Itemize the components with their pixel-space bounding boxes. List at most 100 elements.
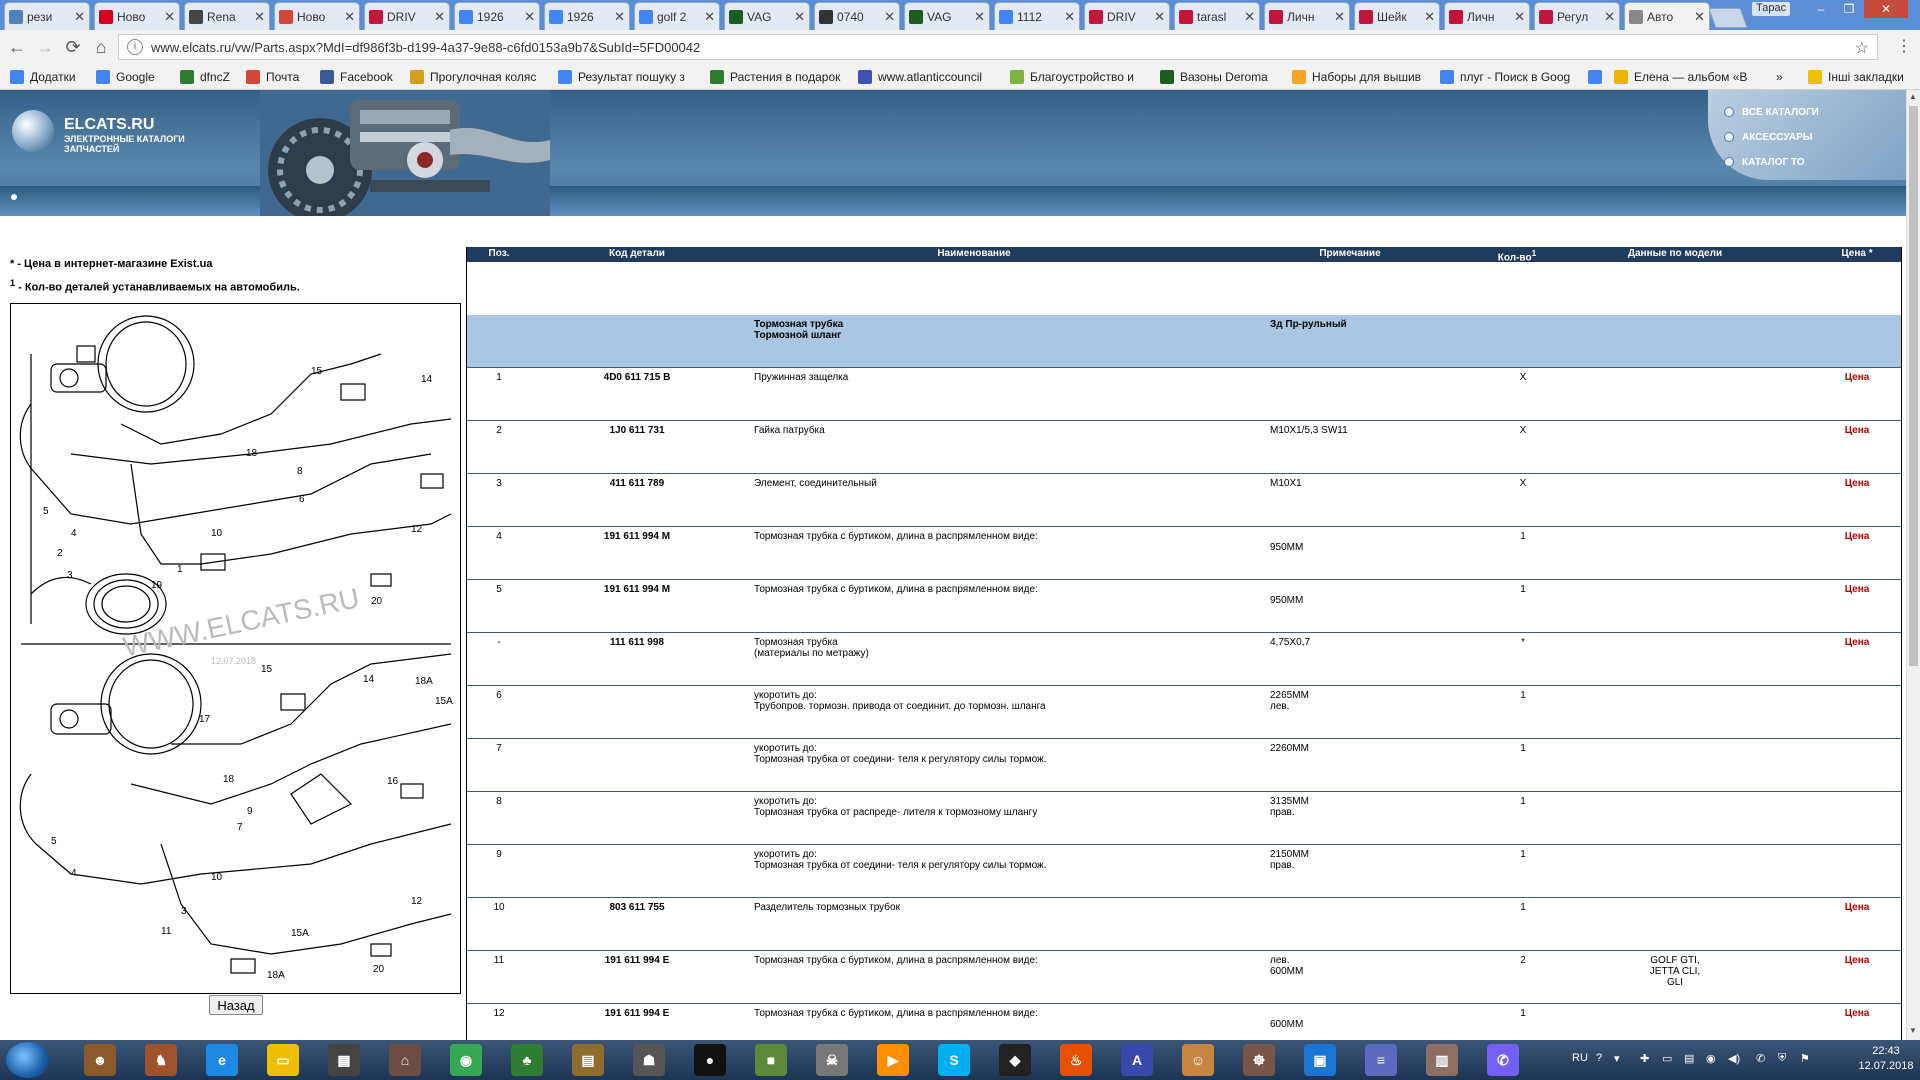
page-scrollbar[interactable]: ▲ ▼	[1906, 90, 1920, 1040]
diagram-callout[interactable]: 12	[411, 896, 423, 907]
close-icon[interactable]: ✕	[1244, 9, 1255, 25]
book-icon[interactable]: ▤	[572, 1044, 604, 1076]
diagram-callout[interactable]: 9	[247, 806, 253, 817]
browser-tab[interactable]: Личн ✕	[1264, 2, 1350, 30]
close-icon[interactable]: ✕	[1334, 9, 1345, 25]
cell-code[interactable]: 191 611 994 E	[547, 955, 727, 966]
tray-arrow-icon[interactable]: ▾	[1614, 1052, 1620, 1065]
cell-code[interactable]: 191 611 994 E	[547, 1008, 727, 1019]
viber-icon[interactable]: ✆	[1487, 1044, 1519, 1076]
photo-icon[interactable]: ▣	[1304, 1044, 1336, 1076]
close-icon[interactable]: ✕	[74, 9, 85, 25]
ie-icon[interactable]: e	[206, 1044, 238, 1076]
cell-code[interactable]: 1J0 611 731	[547, 425, 727, 436]
close-icon[interactable]: ✕	[1604, 9, 1615, 25]
bookmark-item[interactable]: Google	[96, 68, 155, 86]
maximize-button[interactable]: ❐	[1836, 0, 1862, 18]
chrome-icon[interactable]: ◉	[450, 1044, 482, 1076]
bookmark-item[interactable]: Елена — альбом «В	[1614, 68, 1747, 86]
language-indicator[interactable]: RU	[1572, 1052, 1588, 1064]
diagram-callout[interactable]: 15	[311, 366, 323, 377]
minimize-button[interactable]: –	[1808, 0, 1834, 18]
diagram-callout[interactable]: 18A	[415, 676, 433, 687]
diagram-callout[interactable]: 8	[297, 466, 303, 477]
system-clock[interactable]: 22:43 12.07.2018	[1858, 1044, 1914, 1074]
diagram-callout[interactable]: 10	[211, 872, 223, 883]
diagram-callout[interactable]: 5	[51, 836, 57, 847]
browser-tab[interactable]: 1112 ✕	[994, 2, 1080, 30]
close-icon[interactable]: ✕	[1064, 9, 1075, 25]
bookmark-item[interactable]: Благоустройство и	[1010, 68, 1134, 86]
cell-code[interactable]: 111 611 998	[547, 637, 727, 648]
browser-tab[interactable]: VAG ✕	[904, 2, 990, 30]
browser-tab[interactable]: DRIV ✕	[364, 2, 450, 30]
close-icon[interactable]: ✕	[1424, 9, 1435, 25]
close-icon[interactable]: ✕	[164, 9, 175, 25]
browser-tab[interactable]: Авто ✕	[1624, 2, 1710, 30]
tray-flag-icon[interactable]: ⚑	[1800, 1052, 1810, 1065]
close-icon[interactable]: ✕	[974, 9, 985, 25]
diagram-callout[interactable]: 18A	[267, 970, 285, 981]
cell-code[interactable]: 411 611 789	[547, 478, 727, 489]
diagram-callout[interactable]: 15A	[291, 928, 309, 939]
back-arrow-icon[interactable]: ←	[6, 36, 28, 58]
bookmark-item[interactable]	[1588, 68, 1608, 86]
tray-antivirus-icon[interactable]: ⛨	[1778, 1052, 1786, 1065]
bookmark-item[interactable]: Наборы для вышив	[1292, 68, 1421, 86]
diagram-callout[interactable]: 3	[67, 570, 73, 581]
pirate-icon[interactable]: ☸	[1243, 1044, 1275, 1076]
menu-service-catalog[interactable]: КАТАЛОГ ТО	[1724, 154, 1805, 170]
close-window-button[interactable]: ✕	[1864, 0, 1908, 18]
cell-price[interactable]: Цена	[1837, 1008, 1877, 1019]
skype-icon[interactable]: S	[938, 1044, 970, 1076]
browser-tab[interactable]: Ново ✕	[274, 2, 360, 30]
home-icon[interactable]: ⌂	[90, 36, 112, 58]
diagram-callout[interactable]: 15A	[435, 696, 453, 707]
tray-display-icon[interactable]: ▭	[1662, 1052, 1672, 1065]
palm-icon[interactable]: ♣	[511, 1044, 543, 1076]
diagram-callout[interactable]: 7	[237, 822, 243, 833]
explorer-user-icon[interactable]: ☻	[84, 1044, 116, 1076]
diagram-callout[interactable]: 19	[151, 580, 163, 591]
browser-tab[interactable]: tarasl ✕	[1174, 2, 1260, 30]
close-icon[interactable]: ✕	[884, 9, 895, 25]
minecraft-icon[interactable]: ■	[755, 1044, 787, 1076]
diagram-callout[interactable]: 6	[299, 494, 305, 505]
browser-tab[interactable]: Ново ✕	[94, 2, 180, 30]
skull-icon[interactable]: ☠	[816, 1044, 848, 1076]
tray-volume-icon[interactable]: ◀)	[1728, 1052, 1740, 1065]
diagram-callout[interactable]: 16	[387, 776, 399, 787]
close-icon[interactable]: ✕	[704, 9, 715, 25]
scroll-up-icon[interactable]: ▲	[1909, 92, 1917, 101]
tray-wifi-icon[interactable]: ◉	[1706, 1052, 1716, 1065]
close-icon[interactable]: ✕	[1514, 9, 1525, 25]
close-icon[interactable]: ✕	[794, 9, 805, 25]
tray-app-icon[interactable]: ✚	[1640, 1052, 1649, 1065]
diamond-icon[interactable]: ◆	[999, 1044, 1031, 1076]
browser-tab[interactable]: VAG ✕	[724, 2, 810, 30]
close-icon[interactable]: ✕	[344, 9, 355, 25]
browser-tab[interactable]: рези ✕	[4, 2, 90, 30]
help-icon[interactable]: ?	[1596, 1052, 1602, 1064]
browser-tab[interactable]: golf 2 ✕	[634, 2, 720, 30]
close-icon[interactable]: ✕	[254, 9, 265, 25]
diagram-callout[interactable]: 14	[363, 674, 375, 685]
bookmark-item[interactable]: Растения в подарок	[710, 68, 840, 86]
site-logo-title[interactable]: ELCATS.RU	[64, 116, 154, 134]
cell-price[interactable]: Цена	[1837, 584, 1877, 595]
address-bar[interactable]: i www.elcats.ru/vw/Parts.aspx?MdI=df986f…	[118, 34, 1878, 60]
bookmark-item[interactable]: Додатки	[10, 68, 76, 86]
browser-tab[interactable]: Rena ✕	[184, 2, 270, 30]
bookmark-item[interactable]: Почта	[246, 68, 299, 86]
bookmark-item[interactable]: dfncZ	[180, 68, 230, 86]
browser-menu-icon[interactable]: ⋮	[1896, 36, 1912, 56]
game-icon[interactable]: ♞	[145, 1044, 177, 1076]
tray-network-icon[interactable]: ▤	[1684, 1052, 1694, 1065]
back-button[interactable]: Назад	[209, 995, 263, 1015]
bookmark-star-icon[interactable]: ☆	[1855, 38, 1869, 58]
film-icon[interactable]: ▦	[328, 1044, 360, 1076]
cell-price[interactable]: Цена	[1837, 478, 1877, 489]
diagram-callout[interactable]: 10	[211, 528, 223, 539]
browser-tab[interactable]: Личн ✕	[1444, 2, 1530, 30]
close-icon[interactable]: ✕	[1694, 9, 1705, 25]
